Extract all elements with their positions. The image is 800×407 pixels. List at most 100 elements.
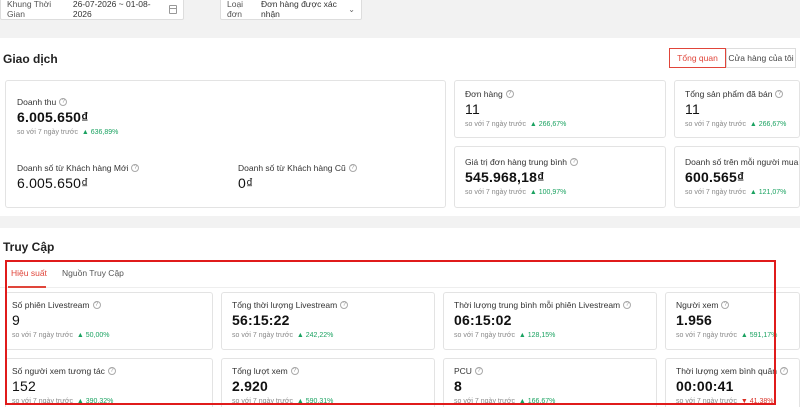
- metric-compare: so với 7 ngày trước: [676, 398, 737, 405]
- revenue-value: 6.005.650₫: [17, 109, 89, 125]
- sales-per-buyer-value: 600.565₫: [685, 169, 745, 185]
- info-icon[interactable]: ?: [340, 301, 349, 309]
- info-icon[interactable]: ?: [290, 367, 299, 375]
- metric-change: ▲ 50,00%: [76, 332, 110, 339]
- metric-compare: so với 7 ngày trước: [232, 332, 293, 339]
- transactions-title: Giao dịch: [3, 52, 58, 66]
- metric-value: 152: [12, 378, 36, 394]
- metric-value: 1.956: [676, 312, 713, 328]
- metric-compare: so với 7 ngày trước: [676, 332, 737, 339]
- sales-per-buyer-compare: so với 7 ngày trước: [685, 189, 746, 196]
- metric-card: Tổng lượt xem? 2.920 so với 7 ngày trước…: [221, 358, 435, 407]
- metric-card: PCU? 8 so với 7 ngày trước ▲ 166,67%: [443, 358, 657, 407]
- info-icon[interactable]: ?: [505, 90, 514, 98]
- products-sold-value: 11: [685, 101, 700, 117]
- metric-label: Số phiên Livestream: [12, 300, 90, 310]
- info-icon[interactable]: ?: [775, 90, 784, 98]
- order-type-filter[interactable]: Loại đơn Đơn hàng được xác nhận ⌄: [220, 0, 362, 20]
- old-customer-sales-label: Doanh số từ Khách hàng Cũ?: [238, 163, 357, 173]
- metric-card: Thời lượng xem bình quân? 00:00:41 so vớ…: [665, 358, 800, 407]
- revenue-label: Doanh thu?: [17, 97, 118, 107]
- access-section: Truy Cập Hiệu suất Nguồn Truy Cập Số phi…: [0, 228, 800, 407]
- avg-order-value-change: ▲ 100,97%: [529, 189, 567, 196]
- revenue-change: ▲ 636,89%: [81, 129, 119, 136]
- avg-order-value-compare: so với 7 ngày trước: [465, 189, 526, 196]
- metric-change: ▲ 166,67%: [518, 398, 556, 405]
- info-icon[interactable]: ?: [623, 301, 632, 309]
- metric-compare: so với 7 ngày trước: [454, 398, 515, 405]
- products-sold-label: Tổng sản phẩm đã bán: [685, 89, 773, 99]
- tab-my-shop[interactable]: Cửa hàng của tôi: [726, 48, 796, 68]
- sales-per-buyer-label: Doanh số trên mỗi người mua: [685, 157, 799, 167]
- info-icon[interactable]: ?: [569, 158, 578, 166]
- metric-change: ▲ 242,22%: [296, 332, 334, 339]
- metric-value: 00:00:41: [676, 378, 734, 394]
- metric-label: Thời lượng xem bình quân: [676, 366, 777, 376]
- access-tabs: Hiệu suất Nguồn Truy Cập: [0, 266, 800, 288]
- info-icon[interactable]: ?: [107, 367, 116, 375]
- metric-compare: so với 7 ngày trước: [12, 398, 73, 405]
- orders-change: ▲ 266,67%: [529, 121, 567, 128]
- info-icon[interactable]: ?: [131, 164, 140, 172]
- metric-compare: so với 7 ngày trước: [454, 332, 515, 339]
- metric-value: 56:15:22: [232, 312, 290, 328]
- revenue-card: Doanh thu? 6.005.650₫ so với 7 ngày trướ…: [5, 80, 446, 208]
- period-value: 26-07-2026 ~ 01-08-2026: [72, 0, 151, 19]
- metric-value: 8: [454, 378, 462, 394]
- order-type-value: Đơn hàng được xác nhận: [261, 0, 337, 19]
- sales-per-buyer-card: Doanh số trên mỗi người mua? 600.565₫ so…: [674, 146, 800, 208]
- info-icon[interactable]: ?: [474, 367, 483, 375]
- metric-label: PCU: [454, 366, 472, 376]
- metric-label: Tổng lượt xem: [232, 366, 288, 376]
- period-label: Khung Thời Gian: [7, 0, 52, 19]
- metric-card: Số phiên Livestream? 9 so với 7 ngày trư…: [5, 292, 213, 350]
- old-customer-sales-value: 0₫: [238, 175, 254, 191]
- period-filter[interactable]: Khung Thời Gian 26-07-2026 ~ 01-08-2026: [0, 0, 184, 20]
- products-sold-compare: so với 7 ngày trước: [685, 121, 746, 128]
- metric-change: ▲ 128,15%: [518, 332, 556, 339]
- metric-card: Người xem? 1.956 so với 7 ngày trước ▲ 5…: [665, 292, 800, 350]
- avg-order-value-label: Giá trị đơn hàng trung bình: [465, 157, 567, 167]
- products-sold-card: Tổng sản phẩm đã bán? 11 so với 7 ngày t…: [674, 80, 800, 138]
- order-type-label: Loại đơn: [227, 0, 244, 19]
- info-icon[interactable]: ?: [59, 98, 68, 106]
- calendar-icon[interactable]: [168, 4, 178, 14]
- metric-value: 2.920: [232, 378, 269, 394]
- tab-active-indicator: [8, 286, 46, 288]
- info-icon[interactable]: ?: [779, 367, 788, 375]
- metric-value: 06:15:02: [454, 312, 512, 328]
- filter-bar: Khung Thời Gian 26-07-2026 ~ 01-08-2026 …: [0, 0, 800, 28]
- orders-label: Đơn hàng: [465, 89, 503, 99]
- metric-card: Số người xem tương tác? 152 so với 7 ngà…: [5, 358, 213, 407]
- orders-compare: so với 7 ngày trước: [465, 121, 526, 128]
- tab-performance[interactable]: Hiệu suất: [11, 268, 47, 278]
- metric-label: Người xem: [676, 300, 719, 310]
- tab-traffic-source[interactable]: Nguồn Truy Cập: [62, 268, 124, 278]
- orders-card: Đơn hàng? 11 so với 7 ngày trước ▲ 266,6…: [454, 80, 666, 138]
- metric-label: Số người xem tương tác: [12, 366, 105, 376]
- view-toggle: Tổng quan Cửa hàng của tôi: [669, 48, 796, 68]
- orders-value: 11: [465, 101, 480, 117]
- tab-overview[interactable]: Tổng quan: [669, 48, 726, 68]
- avg-order-value-card: Giá trị đơn hàng trung bình? 545.968,18₫…: [454, 146, 666, 208]
- metric-change: ▲ 591,17%: [740, 332, 778, 339]
- products-sold-change: ▲ 266,67%: [749, 121, 787, 128]
- metric-label: Thời lượng trung bình mỗi phiên Livestre…: [454, 300, 621, 310]
- info-icon[interactable]: ?: [92, 301, 101, 309]
- info-icon[interactable]: ?: [721, 301, 730, 309]
- info-icon[interactable]: ?: [348, 164, 357, 172]
- metric-change: ▲ 590,31%: [296, 398, 334, 405]
- transactions-section: Giao dịch Tổng quan Cửa hàng của tôi Doa…: [0, 38, 800, 216]
- revenue-compare: so với 7 ngày trước ▲ 636,89%: [17, 129, 119, 136]
- new-customer-sales-value: 6.005.650₫: [17, 175, 89, 191]
- metric-compare: so với 7 ngày trước: [12, 332, 73, 339]
- metric-label: Tổng thời lượng Livestream: [232, 300, 338, 310]
- metric-compare: so với 7 ngày trước: [232, 398, 293, 405]
- metric-value: 9: [12, 312, 20, 328]
- sales-per-buyer-change: ▲ 121,07%: [749, 189, 787, 196]
- metric-change: ▼ 41,38%: [740, 398, 774, 405]
- new-customer-sales-label: Doanh số từ Khách hàng Mới?: [17, 163, 140, 173]
- avg-order-value-value: 545.968,18₫: [465, 169, 545, 185]
- metric-change: ▲ 390,32%: [76, 398, 114, 405]
- chevron-down-icon[interactable]: ⌄: [348, 5, 355, 14]
